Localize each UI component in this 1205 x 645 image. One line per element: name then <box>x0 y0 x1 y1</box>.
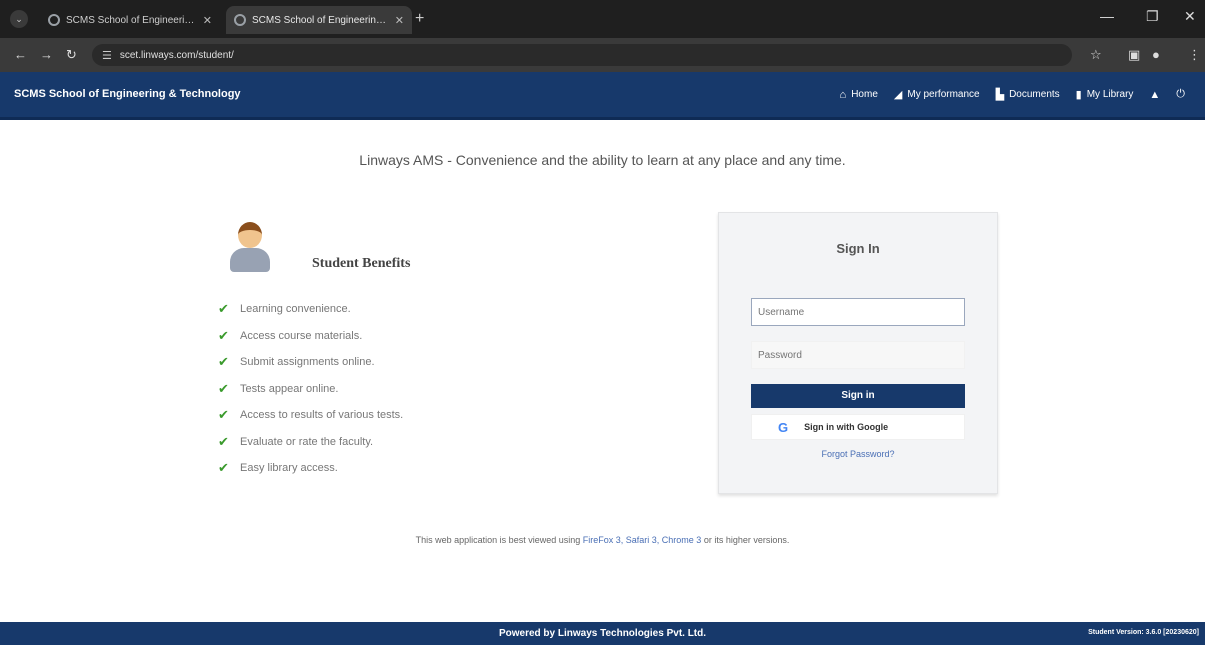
home-icon: ⌂ <box>839 88 847 101</box>
signin-button[interactable]: Sign in <box>751 384 965 408</box>
tab-close-icon[interactable]: ✕ <box>395 14 404 27</box>
benefit-text: Learning convenience. <box>240 303 351 316</box>
check-icon: ✔ <box>218 407 229 423</box>
version-text: Student Version: 3.6.0 [20230620] <box>1088 629 1199 636</box>
benefit-text: Access to results of various tests. <box>240 409 404 422</box>
chart-icon: ◢ <box>893 89 903 101</box>
reload-icon[interactable]: ↻ <box>66 47 77 63</box>
benefit-text: Evaluate or rate the faculty. <box>240 435 374 448</box>
site-info-icon[interactable]: ☰ <box>102 49 112 62</box>
forgot-password-link[interactable]: Forgot Password? <box>719 449 997 459</box>
browser-tab-1[interactable]: SCMS School of Engineering & T ✕ <box>40 6 220 34</box>
document-icon: ▙ <box>995 89 1005 101</box>
tab-favicon-icon <box>48 14 60 26</box>
password-input[interactable] <box>751 341 965 369</box>
main-nav: ⌂ Home ◢ My performance ▙ Documents ▮ My… <box>840 88 1185 101</box>
menu-icon[interactable]: ⋮ <box>1188 47 1201 63</box>
nav-my-performance[interactable]: ◢ My performance <box>894 88 980 101</box>
minimize-icon[interactable]: — <box>1100 8 1114 24</box>
browser-toolbar: ← → ↻ ☰ scet.linways.com/student/ ☆ ▣ ● … <box>0 38 1205 72</box>
list-item: ✔ Submit assignments online. <box>218 349 403 376</box>
tab-favicon-icon <box>234 14 246 26</box>
nav-label: My Library <box>1086 89 1134 100</box>
benefit-text: Access course materials. <box>240 329 363 342</box>
compat-versions: FireFox 3, Safari 3, Chrome 3 <box>582 535 702 545</box>
benefit-text: Submit assignments online. <box>240 356 375 369</box>
list-item: ✔ Access to results of various tests. <box>218 402 403 429</box>
site-header: SCMS School of Engineering & Technology … <box>0 72 1205 120</box>
url-text: scet.linways.com/student/ <box>119 49 234 61</box>
benefits-list: ✔ Learning convenience. ✔ Access course ma… <box>218 296 403 482</box>
nav-documents[interactable]: ▙ Documents <box>996 88 1060 101</box>
new-tab-icon[interactable]: + <box>415 10 424 28</box>
check-icon: ✔ <box>218 433 229 449</box>
maximize-icon[interactable]: ❐ <box>1146 8 1159 25</box>
compat-suffix: or its higher versions. <box>703 535 790 545</box>
nav-label: Home <box>851 89 878 100</box>
benefit-text: Easy library access. <box>240 462 338 475</box>
nav-notifications[interactable]: ▲ <box>1149 89 1160 101</box>
address-bar[interactable]: ☰ scet.linways.com/student/ <box>92 44 1072 66</box>
powered-by: Powered by Linways Technologies Pvt. Ltd… <box>498 628 707 639</box>
site-footer: Powered by Linways Technologies Pvt. Ltd… <box>0 622 1205 645</box>
check-icon: ✔ <box>218 380 229 396</box>
nav-label: Documents <box>1009 89 1060 100</box>
book-icon: ▮ <box>1075 89 1082 101</box>
nav-my-library[interactable]: ▮ My Library <box>1076 88 1134 101</box>
power-icon: ⏻ <box>1176 88 1185 100</box>
list-item: ✔ Evaluate or rate the faculty. <box>218 429 403 456</box>
nav-label: My performance <box>907 89 980 100</box>
check-icon: ✔ <box>218 354 229 370</box>
signin-title: Sign In <box>836 241 880 256</box>
google-icon: G <box>778 419 789 435</box>
benefit-text: Tests appear online. <box>240 382 339 395</box>
student-avatar-icon <box>230 218 270 274</box>
browser-tab-bar: ⌄ SCMS School of Engineering & T ✕ SCMS … <box>0 0 1205 38</box>
list-item: ✔ Learning convenience. <box>218 296 403 323</box>
check-icon: ✔ <box>218 301 229 317</box>
benefits-title: Student Benefits <box>312 256 411 271</box>
google-signin-button[interactable]: G Sign in with Google <box>751 414 965 440</box>
check-icon: ✔ <box>218 327 229 343</box>
browser-compat-note: This web application is best viewed usin… <box>0 535 1205 545</box>
split-view-icon[interactable]: ▣ <box>1128 47 1140 63</box>
list-item: ✔ Easy library access. <box>218 455 403 482</box>
bookmark-star-icon[interactable]: ☆ <box>1090 47 1102 63</box>
tab-close-icon[interactable]: ✕ <box>203 14 212 27</box>
check-icon: ✔ <box>218 460 229 476</box>
list-item: ✔ Tests appear online. <box>218 376 403 403</box>
nav-power[interactable]: ⏻ <box>1176 88 1185 101</box>
tab-title: SCMS School of Engineering & T <box>66 14 197 26</box>
page-tagline: Linways AMS - Convenience and the abilit… <box>359 152 846 168</box>
bell-icon: ▲ <box>1149 88 1161 101</box>
tab-search-icon[interactable]: ⌄ <box>10 10 28 28</box>
browser-tab-2[interactable]: SCMS School of Engineering & T ✕ <box>226 6 412 34</box>
signin-panel: Sign In Sign in G Sign in with Google Fo… <box>718 212 998 494</box>
list-item: ✔ Access course materials. <box>218 323 403 350</box>
brand-title[interactable]: SCMS School of Engineering & Technology <box>14 88 241 100</box>
window-close-icon[interactable]: ✕ <box>1184 8 1196 25</box>
google-signin-label: Sign in with Google <box>804 422 889 432</box>
profile-icon[interactable]: ● <box>1152 47 1160 62</box>
nav-home[interactable]: ⌂ Home <box>840 89 878 101</box>
username-input[interactable] <box>751 298 965 326</box>
tab-title: SCMS School of Engineering & T <box>252 14 389 26</box>
compat-prefix: This web application is best viewed usin… <box>415 535 581 545</box>
forward-icon[interactable]: → <box>40 47 53 62</box>
back-icon[interactable]: ← <box>14 47 27 62</box>
